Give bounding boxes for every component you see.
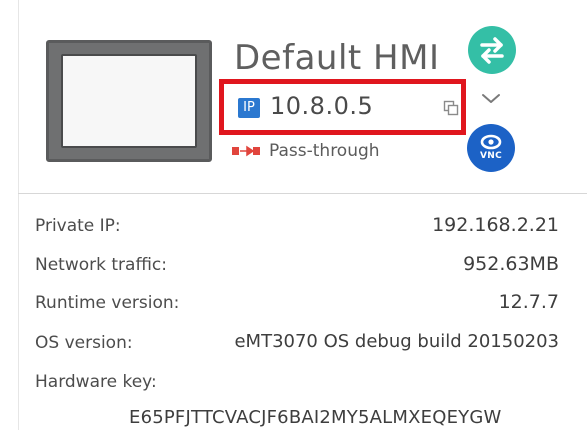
panel-border	[18, 0, 19, 430]
runtime-version-label: Runtime version:	[35, 293, 180, 313]
section-divider	[18, 193, 587, 194]
ip-address-value: 10.8.0.5	[270, 92, 374, 120]
os-version-label: OS version:	[35, 333, 133, 353]
private-ip-label: Private IP:	[35, 216, 121, 236]
hmi-screen	[61, 54, 197, 148]
pass-through-status: Pass-through	[231, 140, 380, 162]
network-traffic-label: Network traffic:	[35, 255, 167, 275]
transfer-button[interactable]	[468, 26, 516, 74]
vnc-eye-icon	[480, 134, 502, 150]
device-name: Default HMI	[234, 38, 440, 78]
os-version-value: eMT3070 OS debug build 20150203	[234, 331, 559, 352]
pass-through-icon	[232, 145, 260, 157]
network-traffic-value: 952.63MB	[463, 253, 559, 275]
hmi-device-icon	[46, 40, 212, 162]
chevron-down-icon[interactable]	[480, 92, 502, 106]
hardware-key-value: E65PFJTTCVACJF6BAI2MY5ALMXEQEYGW	[129, 407, 502, 428]
ip-address-highlight: IP 10.8.0.5	[219, 79, 466, 135]
transfer-arrows-icon	[480, 37, 504, 64]
device-detail-panel: Default HMI IP 10.8.0.5 Pass-through VNC…	[0, 0, 587, 430]
ip-badge-icon: IP	[238, 98, 260, 118]
private-ip-value: 192.168.2.21	[432, 214, 559, 236]
vnc-label: VNC	[479, 151, 502, 161]
runtime-version-value: 12.7.7	[498, 291, 559, 313]
pass-through-label: Pass-through	[269, 141, 380, 161]
vnc-button[interactable]: VNC	[467, 124, 515, 172]
hardware-key-label: Hardware key:	[35, 372, 157, 392]
copy-icon[interactable]	[443, 100, 459, 116]
